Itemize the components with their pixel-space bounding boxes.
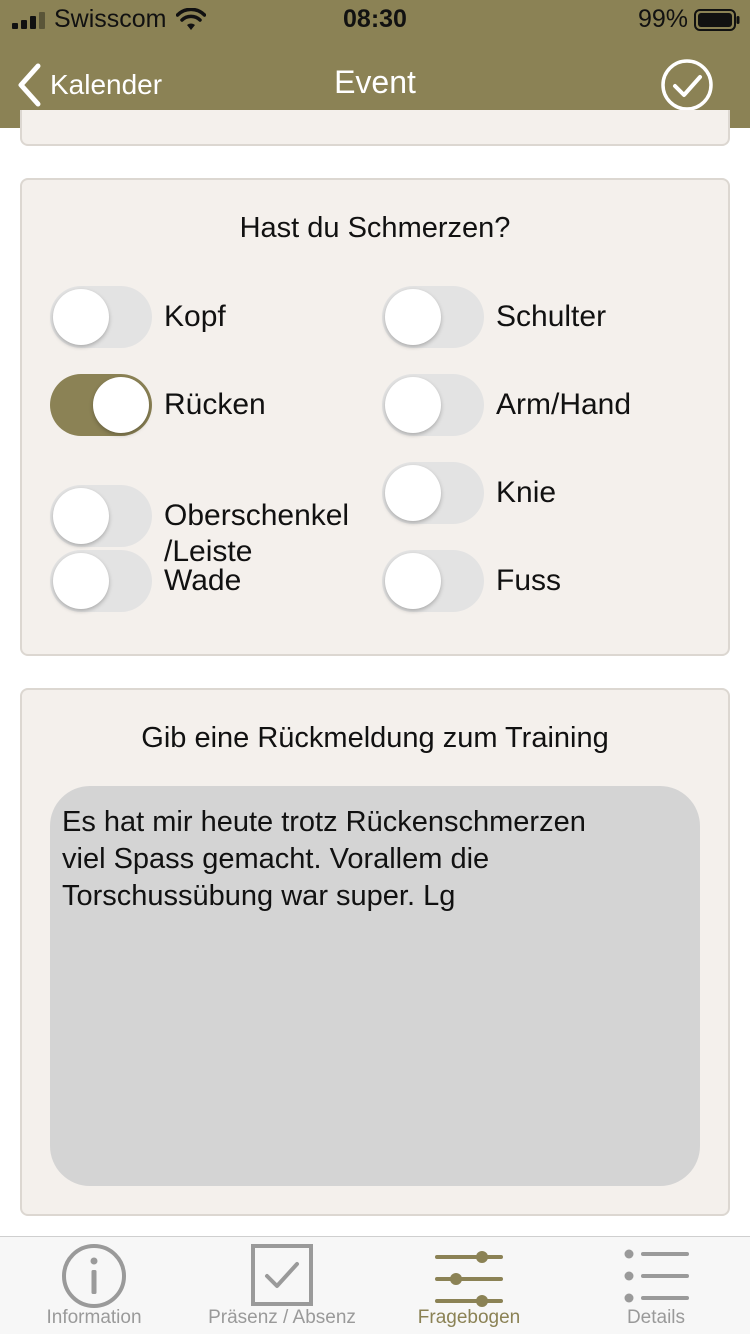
tab-label: Fragebogen [417, 1307, 521, 1328]
toggle-oberschenkel-leiste[interactable] [50, 485, 152, 547]
toggle-knob [93, 377, 149, 433]
back-button[interactable]: Kalender [14, 60, 162, 110]
info-icon [62, 1244, 126, 1308]
tab-information[interactable]: Information [0, 1237, 188, 1334]
list-icon [624, 1249, 689, 1303]
toggle-schulter[interactable] [382, 286, 484, 348]
toggle-label-fuss: Fuss [496, 564, 562, 597]
sliders-icon [435, 1251, 503, 1307]
toggle-kopf[interactable] [50, 286, 152, 348]
toggle-label-schulter: Schulter [496, 300, 607, 333]
toggle-fuss[interactable] [382, 550, 484, 612]
toggle-knob [385, 377, 441, 433]
tab-details[interactable]: Details [562, 1237, 750, 1334]
toggle-knob [53, 488, 109, 544]
toggle-knob [53, 553, 109, 609]
toggle-label-ruecken: Rücken [164, 388, 266, 421]
toggle-knob [385, 289, 441, 345]
toggle-row-fuss: Fuss [382, 550, 561, 612]
label-line-1: Oberschenkel [164, 499, 350, 532]
header: Swisscom 08:30 99% Kalender Event [0, 0, 750, 128]
feedback-text-line: Torschussübung war super. Lg [62, 880, 456, 912]
toggle-row-wade: Wade [50, 550, 241, 612]
toggle-row-knie: Knie [382, 462, 556, 524]
toggle-label-wade: Wade [164, 564, 242, 597]
status-bar: Swisscom 08:30 99% [0, 0, 750, 40]
toggle-knob [385, 553, 441, 609]
toggle-knob [53, 289, 109, 345]
back-button-label: Kalender [50, 69, 163, 100]
toggle-knie[interactable] [382, 462, 484, 524]
tab-fragebogen[interactable]: Fragebogen [375, 1237, 563, 1334]
tab-bar: Information Präsenz / Absenz Fragebogen … [0, 1236, 750, 1334]
tab-label: Präsenz / Absenz [208, 1307, 356, 1328]
confirm-checkmark-button[interactable] [660, 58, 714, 112]
toggle-ruecken[interactable] [50, 374, 152, 436]
battery-percent: 99% [637, 5, 688, 33]
pain-question-card: Hast du Schmerzen? Kopf Schulter Rücken … [20, 178, 730, 656]
toggle-row-schulter: Schulter [382, 286, 606, 348]
feedback-textarea[interactable]: Es hat mir heute trotz Rückenschmerzen v… [50, 786, 700, 1186]
pain-question-title: Hast du Schmerzen? [239, 212, 511, 244]
battery-icon [694, 9, 740, 31]
checkbox-icon [251, 1244, 313, 1306]
toggle-row-kopf: Kopf [50, 286, 226, 348]
feedback-title: Gib eine Rückmeldung zum Training [141, 722, 609, 754]
previous-card-edge [20, 110, 730, 146]
toggle-label-kopf: Kopf [164, 300, 226, 333]
toggle-row-ruecken: Rücken [50, 374, 266, 436]
toggle-wade[interactable] [50, 550, 152, 612]
tab-praesenz-absenz[interactable]: Präsenz / Absenz [188, 1237, 376, 1334]
tab-label: Information [46, 1307, 142, 1328]
feedback-card: Gib eine Rückmeldung zum Training Es hat… [20, 688, 730, 1216]
tab-label: Details [626, 1307, 686, 1328]
feedback-text-line: viel Spass gemacht. Vorallem die [62, 843, 490, 875]
toggle-label-knie: Knie [496, 476, 557, 509]
toggle-arm-hand[interactable] [382, 374, 484, 436]
chevron-left-icon [18, 63, 41, 107]
toggle-row-arm-hand: Arm/Hand [382, 374, 631, 436]
feedback-text-line: Es hat mir heute trotz Rückenschmerzen [62, 806, 586, 838]
toggle-label-arm-hand: Arm/Hand [496, 388, 632, 421]
toggle-knob [385, 465, 441, 521]
